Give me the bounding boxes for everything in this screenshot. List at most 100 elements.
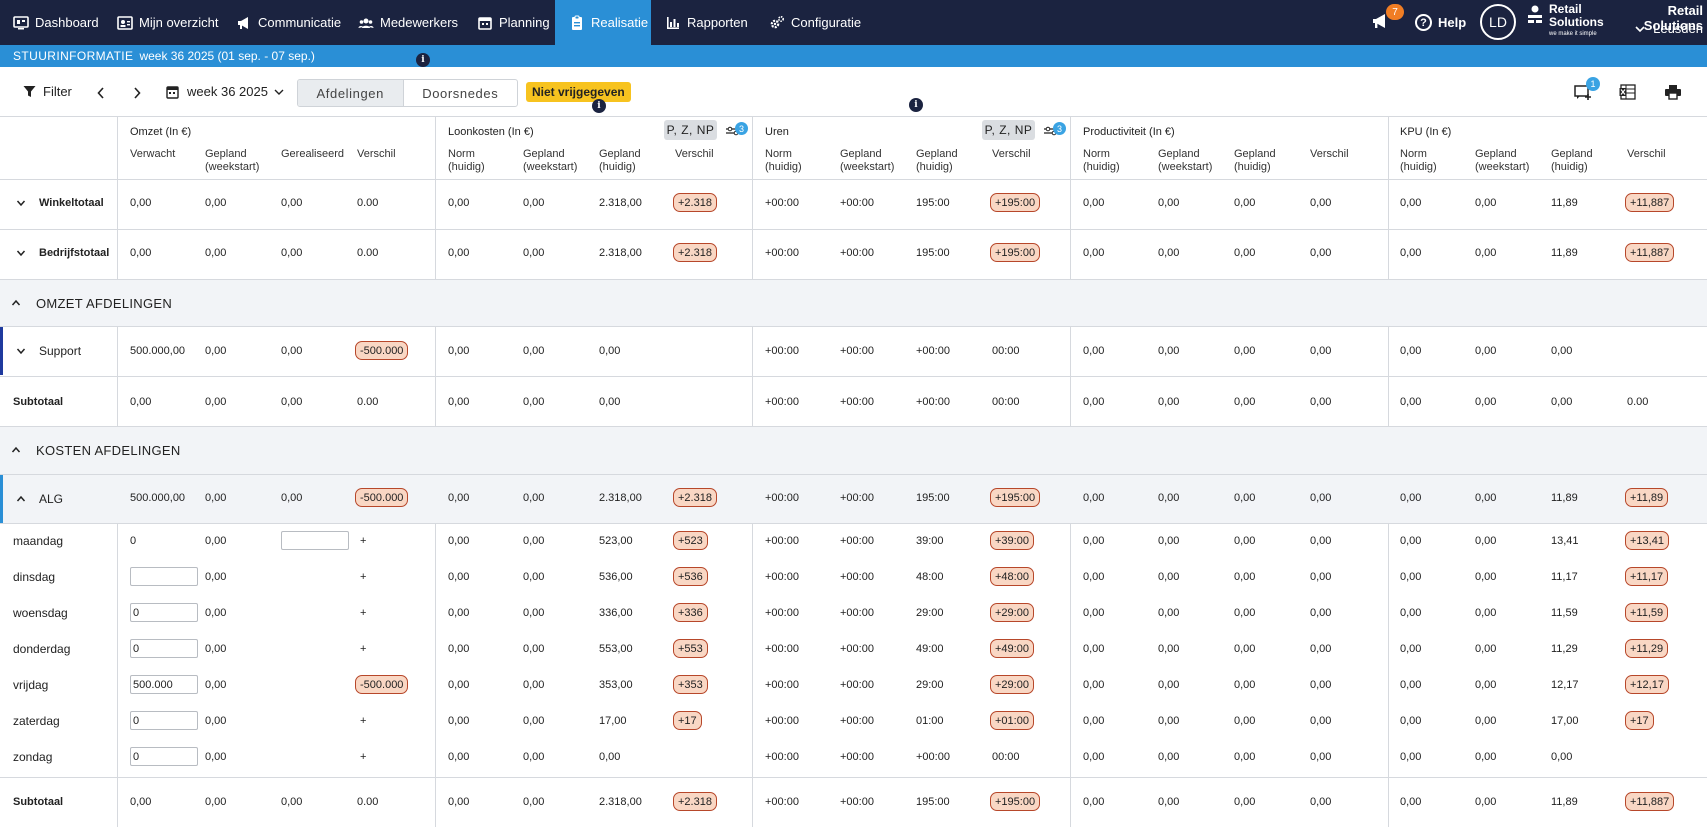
table-cell: +00:00 bbox=[840, 247, 874, 259]
table-cell: 0,00 bbox=[205, 571, 227, 583]
table-cell: 0,00 bbox=[1400, 643, 1422, 655]
row-label: Winkeltotaal bbox=[39, 197, 104, 209]
table-cell: + bbox=[360, 535, 367, 547]
chevron-right-icon[interactable] bbox=[133, 87, 141, 99]
table-cell: 0,00 bbox=[1158, 796, 1180, 808]
difference-badge: -500.000 bbox=[355, 341, 409, 360]
nav-communicatie[interactable]: Communicatie bbox=[236, 0, 341, 45]
column-header-line1: Gerealiseerd bbox=[281, 148, 344, 160]
section-header[interactable] bbox=[0, 280, 1707, 326]
chevron-left-icon[interactable] bbox=[97, 87, 105, 99]
column-header-line1: Gepland bbox=[1475, 148, 1517, 160]
nav-dashboard[interactable]: Dashboard bbox=[13, 0, 99, 45]
column-header-line1: Verschil bbox=[675, 148, 714, 160]
nav-medewerkers[interactable]: Medewerkers bbox=[358, 0, 458, 45]
nav-label: Communicatie bbox=[258, 15, 342, 30]
nav-configuratie[interactable]: Configuratie bbox=[769, 0, 861, 45]
column-header-line1: Gepland bbox=[205, 148, 247, 160]
table-cell: 0,00 bbox=[523, 197, 545, 209]
info-bar: STUURINFORMATIE week 36 2025 (01 sep. - … bbox=[0, 45, 1707, 67]
chevron-down-icon[interactable] bbox=[16, 198, 26, 208]
nav-mijn-overzicht[interactable]: Mijn overzicht bbox=[117, 0, 218, 45]
chevron-down-icon[interactable] bbox=[16, 346, 26, 356]
table-cell: 0,00 bbox=[1551, 751, 1573, 763]
chevron-up-icon[interactable] bbox=[11, 445, 21, 455]
column-header: Gepland (weekstart) bbox=[205, 148, 259, 174]
table-cell: 0,00 bbox=[1083, 796, 1105, 808]
table-cell: 0,00 bbox=[1083, 751, 1105, 763]
table-cell: 17,00 bbox=[599, 715, 627, 727]
week-select[interactable]: week 36 2025 bbox=[166, 84, 284, 99]
pz-np-filter-button[interactable]: P, Z, NP bbox=[664, 120, 717, 140]
table-cell: +00:00 bbox=[765, 396, 799, 408]
omzet-gerealiseerd-input[interactable] bbox=[281, 531, 349, 550]
chevron-up-icon[interactable] bbox=[16, 494, 26, 504]
chevron-down-icon bbox=[274, 89, 284, 95]
avatar[interactable]: LD bbox=[1480, 4, 1516, 40]
column-header-line1: Verschil bbox=[1627, 148, 1666, 160]
excel-export-icon[interactable] bbox=[1619, 84, 1637, 100]
info-icon[interactable]: i bbox=[909, 98, 923, 112]
table-cell: +00:00 bbox=[916, 396, 950, 408]
pz-np-filter-button[interactable]: P, Z, NP bbox=[982, 120, 1035, 140]
table-cell: 0,00 bbox=[448, 679, 470, 691]
location-select[interactable]: Leusden bbox=[1624, 21, 1703, 36]
section-header[interactable] bbox=[0, 427, 1707, 474]
table-cell: 49:00 bbox=[916, 643, 944, 655]
omzet-verwacht-input[interactable]: 500.000 bbox=[130, 675, 198, 694]
column-header-line1: Norm bbox=[1083, 148, 1110, 160]
info-icon[interactable]: i bbox=[416, 53, 430, 67]
table-cell: 0,00 bbox=[1400, 197, 1422, 209]
tab-doorsnedes[interactable]: Doorsnedes bbox=[404, 80, 517, 106]
table-cell: 0,00 bbox=[130, 396, 152, 408]
omzet-verwacht-input[interactable]: 0 bbox=[130, 603, 198, 622]
column-header-line2: (weekstart) bbox=[205, 161, 260, 173]
omzet-verwacht-input[interactable]: 0 bbox=[130, 711, 198, 730]
chevron-down-icon[interactable] bbox=[16, 248, 26, 258]
filter-button[interactable]: Filter bbox=[23, 84, 72, 99]
table-cell: 0,00 bbox=[523, 247, 545, 259]
table-cell: 0,00 bbox=[205, 247, 227, 259]
difference-badge: +11,887 bbox=[1625, 243, 1675, 262]
tab-afdelingen[interactable]: Afdelingen bbox=[298, 80, 404, 106]
table-cell: 2.318,00 bbox=[599, 247, 642, 259]
difference-badge: +336 bbox=[673, 603, 708, 622]
section-title: OMZET AFDELINGEN bbox=[36, 296, 173, 311]
table-cell: 0,00 bbox=[1310, 571, 1332, 583]
table-cell: +00:00 bbox=[765, 679, 799, 691]
row-divider bbox=[0, 179, 1707, 180]
table-cell: 17,00 bbox=[1551, 715, 1579, 727]
table-cell: 0,00 bbox=[599, 345, 621, 357]
omzet-verwacht-input[interactable] bbox=[130, 567, 198, 586]
table-cell: 0,00 bbox=[205, 607, 227, 619]
column-header: Verschil bbox=[1627, 148, 1666, 161]
table-cell: +00:00 bbox=[765, 796, 799, 808]
table-cell: 0,00 bbox=[1158, 492, 1180, 504]
omzet-verwacht-input[interactable]: 0 bbox=[130, 639, 198, 658]
column-header-line1: Norm bbox=[1400, 148, 1427, 160]
table-cell: 0,00 bbox=[1158, 751, 1180, 763]
table-cell: 0,00 bbox=[1310, 715, 1332, 727]
table-cell: 0,00 bbox=[1310, 197, 1332, 209]
info-icon[interactable]: i bbox=[592, 99, 606, 113]
nav-planning[interactable]: Planning bbox=[477, 0, 550, 45]
chevron-up-icon[interactable] bbox=[11, 298, 21, 308]
brand-logo: Retail Solutions we make it simple bbox=[1527, 2, 1604, 39]
brand-line1: Retail bbox=[1549, 2, 1582, 16]
table-cell: 0,00 bbox=[281, 247, 303, 259]
table-cell: 0,00 bbox=[1400, 751, 1422, 763]
nav-label: Rapporten bbox=[687, 15, 748, 30]
table-cell: 0.00 bbox=[357, 197, 379, 209]
row-label: dinsdag bbox=[13, 570, 56, 584]
table-cell: +00:00 bbox=[840, 492, 874, 504]
print-icon[interactable] bbox=[1664, 84, 1682, 100]
column-header-line1: Gepland bbox=[1234, 148, 1276, 160]
omzet-verwacht-input[interactable]: 0 bbox=[130, 747, 198, 766]
nav-rapporten[interactable]: Rapporten bbox=[665, 0, 748, 45]
table-cell: 0,00 bbox=[205, 197, 227, 209]
nav-realisatie[interactable]: Realisatie bbox=[555, 0, 651, 45]
help-link[interactable]: ? Help bbox=[1415, 0, 1466, 45]
table-cell: 0,00 bbox=[1475, 643, 1497, 655]
table-cell: 0,00 bbox=[1158, 396, 1180, 408]
column-header: Verschil bbox=[1310, 148, 1349, 161]
